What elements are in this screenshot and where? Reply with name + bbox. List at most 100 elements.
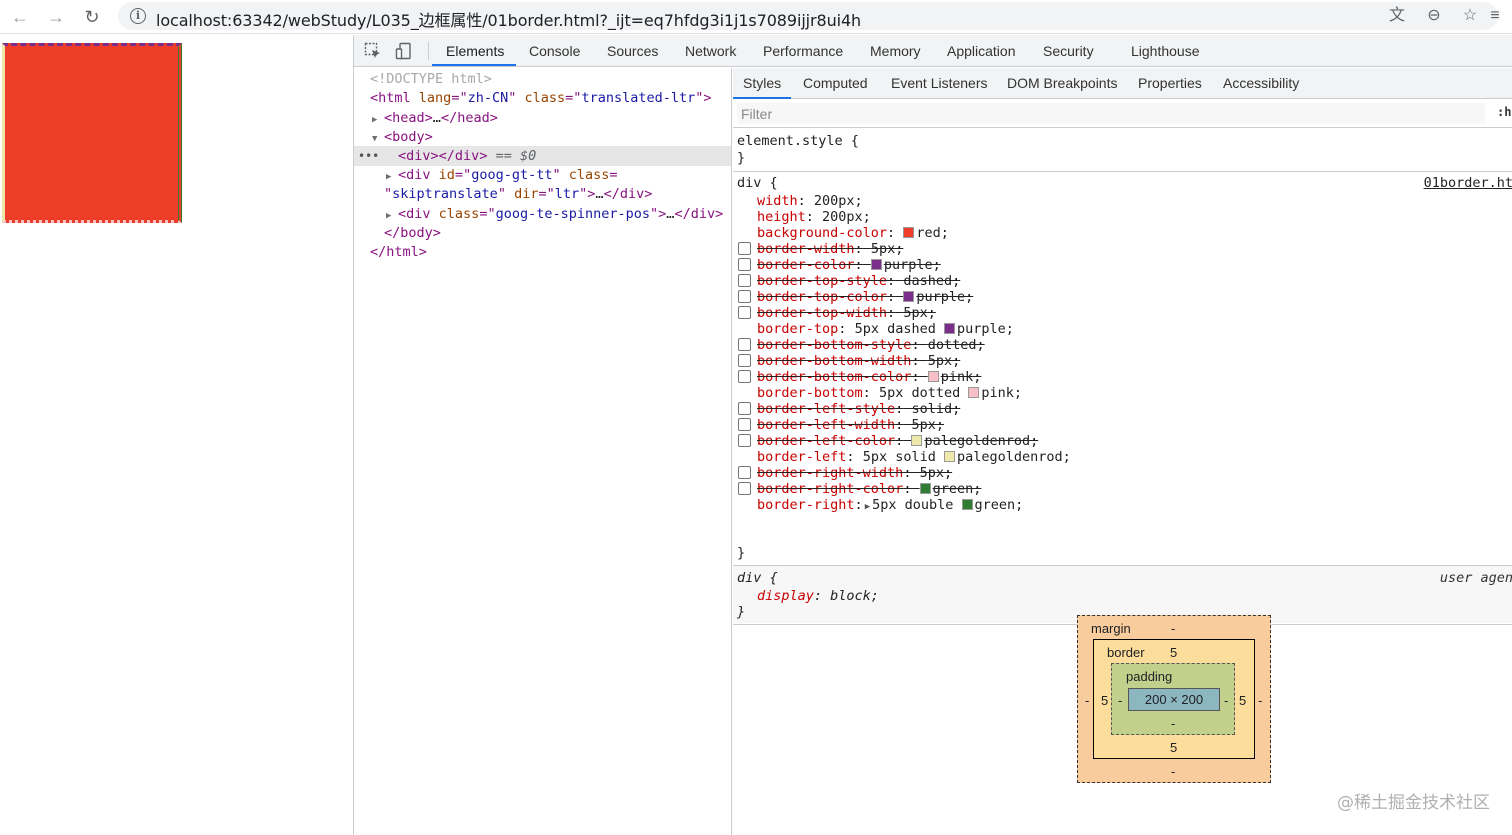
inspect-element-icon[interactable] xyxy=(364,42,382,60)
dom-body-node[interactable]: ▼ <body> xyxy=(372,128,433,147)
subtab-styles[interactable]: Styles xyxy=(743,75,781,91)
prop-toggle-checkbox[interactable] xyxy=(738,242,751,255)
border-bottom-value[interactable]: 5 xyxy=(1170,740,1177,755)
tab-elements[interactable]: Elements xyxy=(446,43,504,59)
css-prop-line[interactable]: height: 200px; xyxy=(757,209,871,225)
css-prop-line-overridden[interactable]: border-right-width: 5px; xyxy=(757,465,952,481)
css-prop-line-overridden[interactable]: border-top-width: 5px; xyxy=(757,305,936,321)
color-swatch[interactable] xyxy=(961,499,973,510)
dom-spinner-node[interactable]: ▶ <div class="goog-te-spinner-pos">…</div… xyxy=(386,205,723,224)
css-prop-line[interactable]: width: 200px; xyxy=(757,193,863,209)
prop-toggle-checkbox[interactable] xyxy=(738,482,751,495)
color-swatch[interactable] xyxy=(927,371,939,382)
prop-toggle-checkbox[interactable] xyxy=(738,338,751,351)
margin-left-value[interactable]: - xyxy=(1085,693,1089,708)
css-prop-line-overridden[interactable]: border-right-color: green; xyxy=(757,481,981,497)
css-prop-line-overridden[interactable]: border-left-style: solid; xyxy=(757,401,960,417)
prop-toggle-checkbox[interactable] xyxy=(738,354,751,367)
collapse-triangle-icon[interactable]: ▼ xyxy=(372,130,384,149)
color-swatch[interactable] xyxy=(919,483,931,494)
url-text[interactable]: localhost:63342/webStudy/L035_边框属性/01bor… xyxy=(156,7,861,31)
tab-security[interactable]: Security xyxy=(1043,43,1094,59)
prop-toggle-checkbox[interactable] xyxy=(738,434,751,447)
css-prop-line-overridden[interactable]: border-bottom-width: 5px; xyxy=(757,353,960,369)
prop-toggle-checkbox[interactable] xyxy=(738,258,751,271)
prop-toggle-checkbox[interactable] xyxy=(738,274,751,287)
forward-arrow-icon[interactable]: → xyxy=(44,5,68,29)
device-toolbar-icon[interactable] xyxy=(395,42,413,60)
css-prop-line[interactable]: background-color: red; xyxy=(757,225,949,241)
border-left-value[interactable]: 5 xyxy=(1101,693,1108,708)
dom-body-close[interactable]: </body> xyxy=(384,224,441,243)
css-prop-line[interactable]: border-bottom: 5px dotted pink; xyxy=(757,385,1022,401)
css-prop-line-overridden[interactable]: border-top-style: dashed; xyxy=(757,273,960,289)
margin-right-value[interactable]: - xyxy=(1258,693,1262,708)
color-swatch[interactable] xyxy=(943,451,955,462)
ua-rule-selector[interactable]: div { xyxy=(737,570,778,586)
translate-icon[interactable]: 文 xyxy=(1387,6,1407,26)
prop-toggle-checkbox[interactable] xyxy=(738,418,751,431)
reload-icon[interactable]: ↻ xyxy=(80,5,104,29)
dom-doctype[interactable]: <!DOCTYPE html> xyxy=(370,70,492,89)
prop-toggle-checkbox[interactable] xyxy=(738,306,751,319)
hover-state-toggle[interactable]: :h xyxy=(1497,105,1511,119)
css-prop-line-overridden[interactable]: border-left-color: palegoldenrod; xyxy=(757,433,1038,449)
subtab-accessibility[interactable]: Accessibility xyxy=(1223,75,1299,91)
prop-toggle-checkbox[interactable] xyxy=(738,466,751,479)
subtab-event-listeners[interactable]: Event Listeners xyxy=(891,75,988,91)
margin-top-value[interactable]: - xyxy=(1171,621,1175,636)
border-top-value[interactable]: 5 xyxy=(1170,645,1177,660)
color-swatch[interactable] xyxy=(911,435,923,446)
zoom-icon[interactable]: ⊖ xyxy=(1424,6,1444,26)
css-prop-line-overridden[interactable]: border-bottom-style: dotted; xyxy=(757,337,985,353)
css-prop-line-overridden[interactable]: border-width: 5px; xyxy=(757,241,903,257)
css-prop-line[interactable]: border-left: 5px solid palegoldenrod; xyxy=(757,449,1071,465)
tab-sources[interactable]: Sources xyxy=(607,43,658,59)
color-swatch[interactable] xyxy=(943,323,955,334)
address-bar[interactable]: i localhost:63342/webStudy/L035_边框属性/01b… xyxy=(118,2,1500,31)
tab-memory[interactable]: Memory xyxy=(870,43,921,59)
subtab-dom-breakpoints[interactable]: DOM Breakpoints xyxy=(1007,75,1117,91)
dom-goog-gt-tt-node-cont[interactable]: "skiptranslate" dir="ltr">…</div> xyxy=(384,185,652,204)
color-swatch[interactable] xyxy=(903,291,915,302)
dom-html-close[interactable]: </html> xyxy=(370,243,427,262)
box-model-content[interactable]: 200 × 200 xyxy=(1128,688,1220,711)
css-prop-line-overridden[interactable]: border-bottom-color: pink; xyxy=(757,369,981,385)
styles-filter-input[interactable] xyxy=(737,103,1485,124)
color-swatch[interactable] xyxy=(870,259,882,270)
tab-performance[interactable]: Performance xyxy=(763,43,843,59)
tab-network[interactable]: Network xyxy=(685,43,736,59)
bordered-div[interactable] xyxy=(2,43,182,223)
padding-right-value[interactable]: - xyxy=(1224,693,1228,708)
dom-goog-gt-tt-node[interactable]: ▶ <div id="goog-gt-tt" class= xyxy=(386,166,618,185)
subtab-properties[interactable]: Properties xyxy=(1138,75,1202,91)
color-swatch[interactable] xyxy=(903,227,915,238)
bookmark-star-icon[interactable]: ☆ xyxy=(1460,6,1480,26)
div-rule-selector[interactable]: div { xyxy=(737,175,778,191)
div-rule-source-link[interactable]: 01border.ht xyxy=(1424,175,1512,191)
css-prop-line[interactable]: border-top: 5px dashed purple; xyxy=(757,321,1014,337)
menu-icon[interactable]: ≡ xyxy=(1490,6,1500,26)
dom-head-node[interactable]: ▶ <head>…</head> xyxy=(372,109,498,128)
css-prop-line[interactable]: border-right: ▶ 5px double green; xyxy=(757,497,1023,513)
margin-bottom-value[interactable]: - xyxy=(1171,764,1175,779)
back-arrow-icon[interactable]: ← xyxy=(8,5,32,29)
element-style-selector[interactable]: element.style { xyxy=(737,133,859,149)
prop-toggle-checkbox[interactable] xyxy=(738,370,751,383)
dom-selected-div-node[interactable]: <div></div> == $0 xyxy=(398,147,536,166)
tab-lighthouse[interactable]: Lighthouse xyxy=(1131,43,1200,59)
css-prop-line-overridden[interactable]: border-left-width: 5px; xyxy=(757,417,944,433)
node-actions-icon[interactable]: ••• xyxy=(358,146,379,166)
info-icon[interactable]: i xyxy=(130,8,146,24)
padding-bottom-value[interactable]: - xyxy=(1171,716,1175,731)
css-prop-line-overridden[interactable]: border-top-color: purple; xyxy=(757,289,973,305)
padding-left-value[interactable]: - xyxy=(1118,693,1122,708)
dom-html-node[interactable]: <html lang="zh-CN" class="translated-ltr… xyxy=(370,89,712,108)
ua-prop-line[interactable]: display: block; xyxy=(757,588,879,604)
border-right-value[interactable]: 5 xyxy=(1239,693,1246,708)
expand-shorthand-icon[interactable]: ▶ xyxy=(865,502,870,512)
prop-toggle-checkbox[interactable] xyxy=(738,402,751,415)
subtab-computed[interactable]: Computed xyxy=(803,75,868,91)
tab-console[interactable]: Console xyxy=(529,43,580,59)
color-swatch[interactable] xyxy=(968,387,980,398)
